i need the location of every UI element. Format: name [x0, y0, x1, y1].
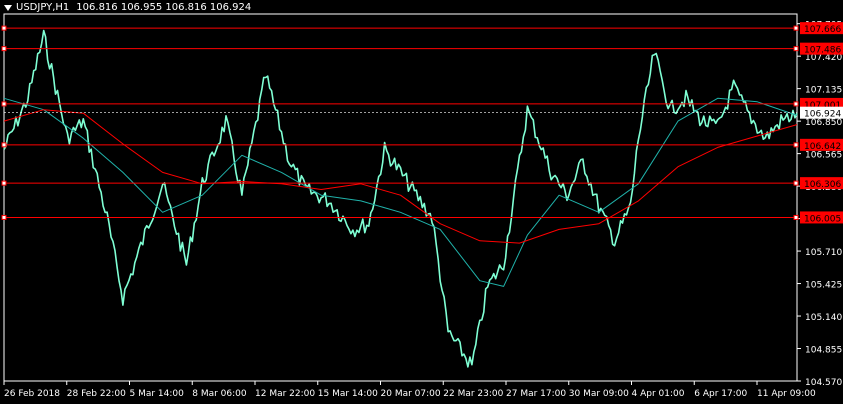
x-tick-label: 5 Mar 14:00	[130, 389, 185, 399]
x-tick-label: 27 Mar 17:00	[506, 389, 566, 399]
x-tick-label: 30 Mar 09:00	[569, 389, 629, 399]
level-handle-right[interactable]	[793, 46, 799, 52]
y-tick-label: 105.425	[805, 281, 842, 291]
x-tick-label: 15 Mar 14:00	[318, 389, 378, 399]
level-handle-left[interactable]	[1, 46, 7, 52]
level-handle-left[interactable]	[1, 180, 7, 186]
x-tick-label: 20 Mar 07:00	[381, 389, 441, 399]
y-tick-label: 107.135	[805, 86, 842, 96]
level-price-label: 107.486	[804, 46, 841, 56]
x-tick-label: 11 Apr 09:00	[757, 389, 816, 399]
level-handle-right[interactable]	[793, 25, 799, 31]
level-price-label: 106.005	[804, 214, 841, 224]
x-tick-label: 22 Mar 23:00	[443, 389, 503, 399]
series-price-line	[3, 29, 798, 368]
level-handle-right[interactable]	[793, 142, 799, 148]
series-ma_slow-line	[3, 109, 798, 244]
y-tick-label: 104.855	[805, 346, 842, 356]
y-tick-label: 104.570	[805, 378, 842, 388]
level-handle-right[interactable]	[793, 214, 799, 220]
level-handle-left[interactable]	[1, 101, 7, 107]
current-price-label: 106.924	[804, 110, 841, 120]
x-tick-label: 26 Feb 2018	[4, 389, 60, 399]
ohlc-readout: 106.816 106.955 106.816 106.924	[76, 2, 252, 13]
level-price-label: 107.666	[804, 25, 841, 35]
x-tick-label: 4 Apr 01:00	[632, 389, 685, 399]
level-handle-right[interactable]	[793, 101, 799, 107]
level-handle-left[interactable]	[1, 142, 7, 148]
y-tick-label: 106.565	[805, 151, 842, 161]
series-ma_fast-line	[3, 97, 798, 287]
y-tick-label: 105.140	[805, 313, 842, 323]
symbol-label: USDJPY,H1	[16, 2, 70, 13]
plot-frame	[3, 13, 798, 382]
level-price-label: 106.306	[804, 180, 841, 190]
x-tick-label: 6 Apr 17:00	[694, 389, 747, 399]
level-price-label: 106.642	[804, 142, 841, 152]
price-chart[interactable]: 107.705107.420107.135106.850106.565106.2…	[0, 0, 843, 404]
chart-header: USDJPY,H1 106.816 106.955 106.816 106.92…	[4, 2, 251, 13]
level-handle-left[interactable]	[1, 214, 7, 220]
y-tick-label: 105.710	[805, 248, 842, 258]
collapse-triangle-icon[interactable]	[4, 4, 12, 11]
x-tick-label: 12 Mar 22:00	[255, 389, 315, 399]
level-handle-left[interactable]	[1, 25, 7, 31]
x-tick-label: 8 Mar 06:00	[192, 389, 247, 399]
level-handle-right[interactable]	[793, 180, 799, 186]
x-tick-label: 28 Feb 22:00	[67, 389, 126, 399]
